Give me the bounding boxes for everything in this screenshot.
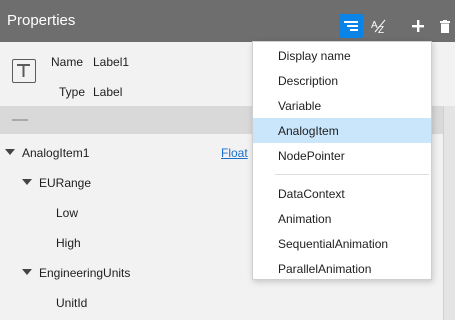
sort-az-icon: A Z	[371, 19, 386, 35]
filter-button[interactable]	[339, 14, 363, 38]
type-value: Label	[93, 85, 123, 99]
menu-item-analogitem[interactable]: AnalogItem	[253, 118, 431, 143]
tree-row-label: AnalogItem1	[22, 146, 90, 160]
expanded-caret-icon[interactable]	[5, 149, 15, 155]
collapse-dash-icon[interactable]	[12, 119, 28, 121]
menu-item-label: AnalogItem	[278, 124, 339, 138]
name-value[interactable]: Label1	[93, 55, 129, 69]
menu-item-label: Description	[278, 74, 339, 88]
menu-item-label: Animation	[278, 212, 332, 226]
delete-button[interactable]	[436, 14, 454, 38]
menu-item-sequentialanimation[interactable]: SequentialAnimation	[253, 231, 431, 256]
text-type-icon	[12, 59, 36, 83]
tree-row-label: EURange	[39, 176, 92, 190]
vertical-scrollbar[interactable]	[443, 106, 455, 320]
trash-icon	[440, 19, 450, 33]
menu-item-datacontext[interactable]: DataContext	[253, 181, 431, 206]
name-label: Name	[51, 55, 84, 69]
menu-separator	[275, 174, 429, 175]
tree-row-label: EngineeringUnits	[39, 266, 131, 280]
menu-item-description[interactable]: Description	[253, 68, 431, 93]
tree-row-label: High	[56, 236, 81, 250]
menu-item-parallelanimation[interactable]: ParallelAnimation	[253, 256, 431, 281]
menu-item-label: NodePointer	[278, 149, 345, 163]
menu-item-variable[interactable]: Variable	[253, 93, 431, 118]
tree-row-unitid[interactable]: UnitId	[0, 291, 443, 315]
tree-row-label: UnitId	[56, 296, 88, 310]
menu-item-nodepointer[interactable]: NodePointer	[253, 143, 431, 168]
sort-az-button[interactable]: A Z	[367, 14, 391, 38]
add-property-menu: Display name Description Variable Analog…	[252, 41, 432, 280]
panel-title: Properties	[7, 12, 76, 29]
menu-item-label: Variable	[278, 99, 322, 113]
svg-text:Z: Z	[378, 25, 384, 35]
menu-item-display-name[interactable]: Display name	[253, 43, 431, 68]
menu-item-label: ParallelAnimation	[278, 262, 372, 276]
filter-list-icon	[344, 21, 358, 31]
expanded-caret-icon[interactable]	[22, 179, 32, 185]
plus-icon	[412, 20, 424, 32]
menu-item-label: DataContext	[278, 187, 345, 201]
expanded-caret-icon[interactable]	[22, 269, 32, 275]
type-float-link[interactable]: Float	[221, 146, 248, 160]
menu-item-animation[interactable]: Animation	[253, 206, 431, 231]
tree-row-label: Low	[56, 206, 79, 220]
menu-item-label: SequentialAnimation	[278, 237, 389, 251]
type-label: Type	[59, 85, 86, 99]
add-button[interactable]	[406, 14, 430, 38]
menu-item-label: Display name	[278, 49, 351, 63]
properties-title-bar: Properties A Z	[0, 0, 455, 42]
